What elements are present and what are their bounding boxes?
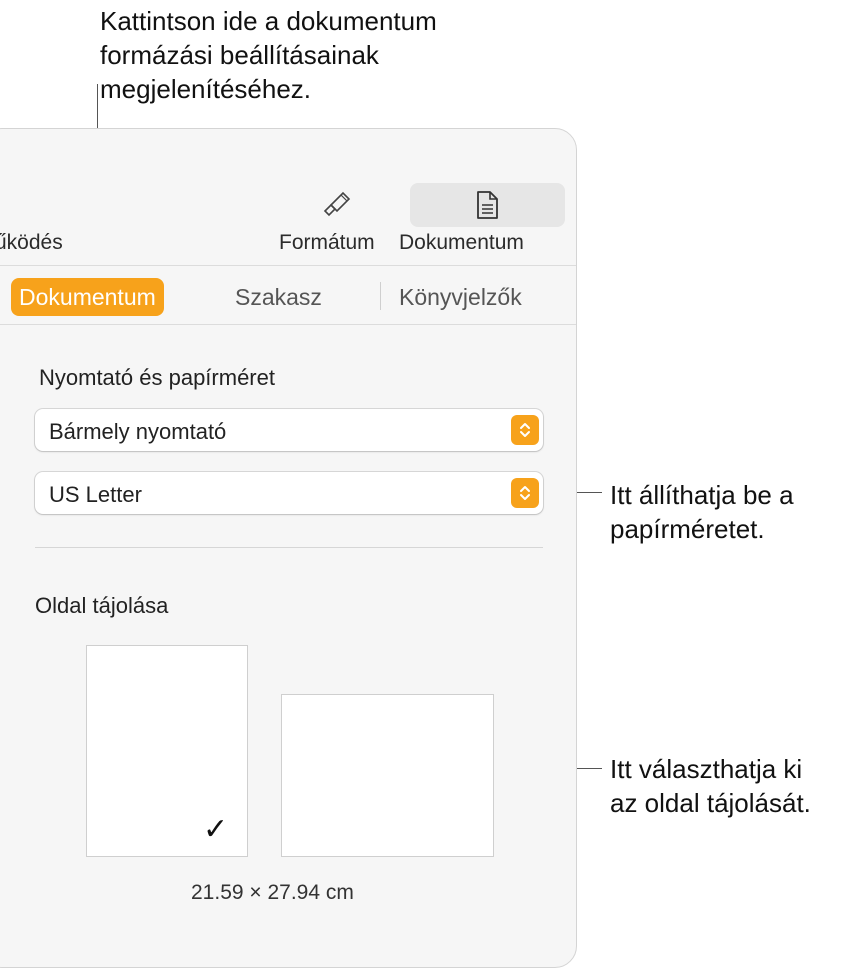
paper-size-value: US Letter	[49, 482, 142, 507]
format-label: Formátum	[279, 231, 375, 254]
portrait-orientation-option[interactable]: ✓	[86, 645, 248, 857]
inspector-tab-bar: Dokumentum Szakasz Könyvjelzők	[0, 265, 576, 325]
toolbar-partial-label[interactable]: űködés	[0, 231, 63, 255]
paintbrush-icon	[317, 185, 353, 221]
tab-dokumentum[interactable]: Dokumentum	[11, 278, 164, 316]
callout-document-tab: Kattintson ide a dokumentum formázási be…	[100, 6, 437, 104]
paper-size-select[interactable]: US Letter	[35, 472, 543, 514]
format-button[interactable]: Formátum	[277, 181, 397, 261]
checkmark-icon: ✓	[203, 813, 229, 846]
tab-szakasz[interactable]: Szakasz	[235, 278, 322, 316]
inspector-panel: űködés Formátum Dokumentum Dokumentum Sz…	[0, 128, 577, 968]
chevron-updown-icon	[511, 478, 539, 508]
tab-separator	[380, 282, 381, 310]
callout-orientation: Itt választhatja ki az oldal tájolását.	[610, 754, 811, 818]
printer-section-heading: Nyomtató és papírméret	[39, 365, 275, 390]
section-divider	[35, 547, 543, 548]
document-button[interactable]	[410, 183, 565, 227]
printer-select[interactable]: Bármely nyomtató	[35, 409, 543, 451]
landscape-orientation-option[interactable]	[281, 694, 494, 857]
chevron-updown-icon	[511, 415, 539, 445]
printer-select-value: Bármely nyomtató	[49, 419, 227, 444]
tab-konyvjelzok[interactable]: Könyvjelzők	[399, 278, 522, 316]
orientation-section-heading: Oldal tájolása	[35, 593, 169, 618]
page-dimensions: 21.59 × 27.94 cm	[191, 881, 354, 904]
callout-paper-size: Itt állíthatja be a papírméretet.	[610, 480, 794, 544]
document-icon	[472, 189, 502, 221]
document-label[interactable]: Dokumentum	[399, 231, 524, 255]
